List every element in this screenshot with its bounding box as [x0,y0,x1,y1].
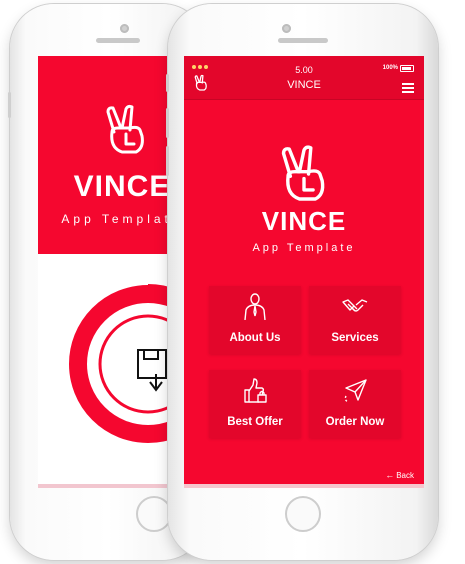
best-offer-label: Best Offer [227,416,283,428]
front-phone-screen: 5.00 VINCE 100% VINCE App Template About… [184,56,424,488]
battery-percent: 100% [382,65,398,71]
front-phone: 5.00 VINCE 100% VINCE App Template About… [166,4,438,560]
app-top-bar: 5.00 VINCE 100% [184,56,424,100]
handshake-icon [342,299,368,312]
services-tile[interactable]: Services [309,286,401,354]
about-us-label: About Us [229,332,281,344]
back-link[interactable]: ← Back [385,470,414,480]
thumbs-up-lock-icon [244,378,267,403]
home-button[interactable] [285,496,321,532]
mute-switch [166,74,169,92]
front-camera [282,24,291,33]
peace-hand-logo-icon [106,104,144,154]
screen-bottom-edge [184,484,424,488]
brand-tagline: App Template [252,242,356,254]
order-now-label: Order Now [325,416,385,428]
hamburger-menu-icon[interactable] [402,83,414,93]
services-label: Services [331,332,379,344]
speaker [278,38,328,43]
brand-wordmark: VINCE [261,206,347,236]
side-button [8,92,11,118]
order-now-tile[interactable]: Order Now [309,370,401,438]
front-camera [120,24,129,33]
back-label: Back [396,471,414,480]
peace-hand-logo-icon [281,145,325,201]
volume-down-button [166,146,169,176]
app-title: VINCE [287,79,321,91]
about-us-tile[interactable]: About Us [209,286,301,354]
battery-icon [400,65,414,72]
best-offer-tile[interactable]: Best Offer [209,370,301,438]
volume-up-button [166,108,169,138]
speaker [96,38,140,43]
person-icon [244,293,266,320]
arrow-left-icon: ← [385,470,395,480]
paper-plane-icon [344,379,367,403]
home-button[interactable] [136,496,172,532]
